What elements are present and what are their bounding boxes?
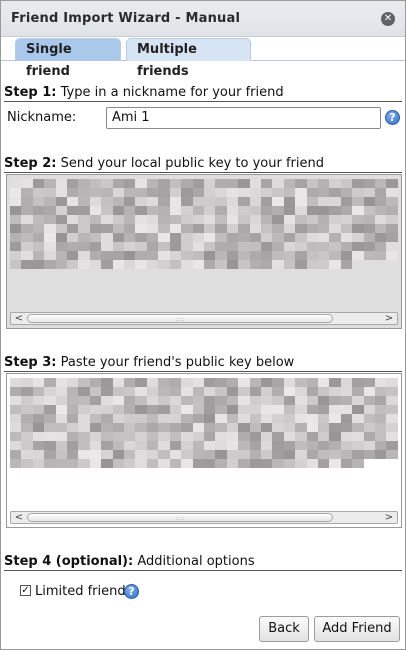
friend-import-dialog: Friend Import Wizard - Manual ✕ Single f… xyxy=(0,0,406,650)
step3-prefix: Step 3: xyxy=(4,355,57,370)
close-icon[interactable]: ✕ xyxy=(381,12,395,26)
tab-multiple-friends[interactable]: Multiple friends xyxy=(126,38,251,79)
step2-text: Send your local public key to your frien… xyxy=(56,156,324,171)
tab-single-friend[interactable]: Single friend xyxy=(15,38,121,79)
add-friend-button[interactable]: Add Friend xyxy=(314,616,400,642)
step3-text: Paste your friend's public key below xyxy=(56,355,295,370)
step3-heading: Step 3: Paste your friend's public key b… xyxy=(4,355,402,372)
nickname-input[interactable]: Ami 1 xyxy=(106,107,381,129)
scroll-right-arrow-icon[interactable]: > xyxy=(383,512,395,523)
window-title: Friend Import Wizard - Manual xyxy=(11,11,241,26)
scroll-left-arrow-icon[interactable]: < xyxy=(13,313,25,324)
scroll-thumb[interactable]: ::: xyxy=(27,513,333,522)
limited-friend-checkbox[interactable]: ✓ xyxy=(20,585,31,596)
limited-friend-help-icon[interactable]: ? xyxy=(124,584,139,599)
step1-prefix: Step 1: xyxy=(4,85,57,100)
friend-key-text-redacted xyxy=(10,378,398,468)
step1-text: Type in a nickname for your friend xyxy=(56,85,284,100)
nickname-help-icon[interactable]: ? xyxy=(385,110,400,125)
scroll-right-arrow-icon[interactable]: > xyxy=(383,313,395,324)
friend-key-textarea[interactable]: < ::: > xyxy=(6,373,402,528)
friend-key-hscrollbar[interactable]: < ::: > xyxy=(10,511,398,524)
step1-heading: Step 1: Type in a nickname for your frie… xyxy=(4,85,402,102)
step4-text: Additional options xyxy=(133,554,255,569)
step4-prefix: Step 4 (optional): xyxy=(4,554,134,569)
scroll-grip-icon: ::: xyxy=(176,316,186,323)
step2-prefix: Step 2: xyxy=(4,156,57,171)
scroll-grip-icon: ::: xyxy=(176,515,186,522)
scroll-left-arrow-icon[interactable]: < xyxy=(13,512,25,523)
local-key-hscrollbar[interactable]: < ::: > xyxy=(10,312,398,325)
step2-heading: Step 2: Send your local public key to yo… xyxy=(4,156,402,173)
tab-strip: Single friend Multiple friends xyxy=(1,37,405,79)
title-bar: Friend Import Wizard - Manual ✕ xyxy=(1,1,405,37)
step4-heading: Step 4 (optional): Additional options xyxy=(4,554,402,571)
local-key-textarea[interactable]: < ::: > xyxy=(6,174,402,329)
back-button[interactable]: Back xyxy=(259,616,309,642)
local-key-text-redacted xyxy=(10,179,398,269)
nickname-label: Nickname: xyxy=(7,110,77,125)
scroll-thumb[interactable]: ::: xyxy=(27,314,333,323)
limited-friend-label[interactable]: Limited friend xyxy=(35,584,126,599)
